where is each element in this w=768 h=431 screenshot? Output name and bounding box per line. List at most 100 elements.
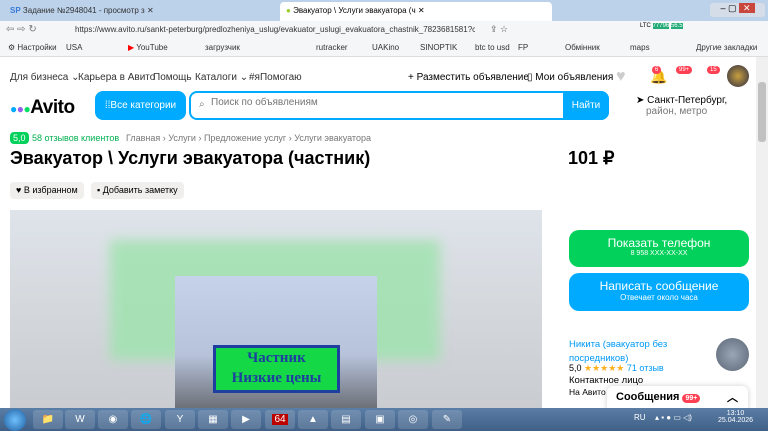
chrome-icon[interactable]: ◉ (98, 410, 128, 429)
search-box: ⌕ Найти (189, 91, 609, 120)
ltc-label: LTC (640, 23, 651, 29)
bookmark[interactable]: maps (630, 43, 650, 52)
my-ads-label: Мои объявления (535, 72, 614, 83)
photo-gallery[interactable]: Частник Низкие цены (10, 210, 542, 408)
scrollbar[interactable] (756, 57, 768, 408)
aida64-icon[interactable]: 64 (265, 410, 295, 429)
ext-ltc[interactable]: LTC 77796 56.5 (640, 23, 683, 29)
post-ad-label: Разместить объявление (416, 72, 529, 83)
bookmark[interactable]: ⚙ Настройки (8, 43, 57, 52)
time: 13:10 (726, 410, 745, 417)
seller-rating: 5,0 ★★★★★ 71 отзыв (569, 363, 664, 374)
avatar[interactable] (727, 65, 749, 87)
nav-career[interactable]: Карьера в Авито (78, 72, 155, 83)
shield-app-icon[interactable]: W (65, 410, 95, 429)
my-ads-link[interactable]: ▯ Мои объявления (527, 72, 613, 83)
bookmark[interactable]: загрузчик (205, 43, 240, 52)
show-phone-label: Показать телефон (607, 236, 711, 250)
messages-badge[interactable]: 99+ (676, 66, 693, 74)
gpu-app-icon[interactable]: ▦ (198, 410, 228, 429)
bookmark-label: Настройки (17, 43, 57, 52)
app-icon[interactable]: ▲ (298, 410, 328, 429)
clock[interactable]: 13:10 25.04.2026 (718, 410, 753, 424)
window-controls[interactable]: – ▢ ✕ (710, 3, 765, 17)
bookmark[interactable]: Обмінник (565, 43, 600, 52)
listing-photo: Частник Низкие цены (175, 276, 377, 408)
photo-sign: Частник Низкие цены (213, 345, 340, 393)
city: Санкт-Петербург, (647, 95, 728, 106)
write-message-button[interactable]: Написать сообщение Отвечает около часа (569, 273, 749, 311)
address-bar: ⇦ ⇨ ↻ https://www.avito.ru/sankt-peterbu… (0, 21, 768, 39)
seller-name-link[interactable]: Никита (эвакуатор без посредников) (569, 338, 709, 366)
sign-line: Частник (247, 350, 306, 366)
nav-help[interactable]: Помощь (153, 72, 192, 83)
messages-label: Сообщения (616, 391, 680, 403)
notepad-icon[interactable]: ✎ (432, 410, 462, 429)
nav-catalogs[interactable]: Каталоги ⌄ (195, 72, 248, 83)
reply-time: Отвечает около часа (620, 293, 698, 302)
nav-business[interactable]: Для бизнеса ⌄ (10, 72, 80, 83)
bookmark[interactable]: UAKino (372, 43, 399, 52)
show-phone-button[interactable]: Показать телефон 8 958 XXX-XX-XX (569, 230, 749, 267)
taskbar: 📁 W ◉ 🌐 Y ▦ ▶ 64 ▲ ▤ ▣ ◎ ✎ RU ▴ ▪ ● ▭ ◁)… (0, 408, 768, 431)
messages-popup[interactable]: Сообщения 99+ ︿ (607, 386, 748, 410)
price-badge: 77796 (652, 23, 670, 29)
reviews-link[interactable]: 58 отзывов клиентов (32, 133, 119, 143)
district: район, метро (646, 106, 708, 117)
monitor-app-icon[interactable]: ▣ (365, 410, 395, 429)
globe-icon[interactable]: 🌐 (131, 410, 161, 429)
explorer-icon[interactable]: 📁 (33, 410, 63, 429)
bookmarks-bar: ⚙ Настройки USA ▶ YouTube загрузчик rutr… (0, 39, 768, 57)
media-player-icon[interactable]: ▶ (231, 410, 261, 429)
bookmark-label: YouTube (136, 43, 168, 52)
favorite-label: В избранном (23, 185, 78, 195)
back-forward-reload-icons[interactable]: ⇦ ⇨ ↻ (6, 24, 37, 35)
favorites-heart-icon[interactable]: ♥ (616, 68, 626, 86)
rating-value: 5,0 (569, 363, 582, 373)
favorite-button[interactable]: ♥ В избранном (10, 182, 84, 199)
bookmark-star-icon[interactable]: ⇪ ☆ (490, 24, 508, 35)
avito-logo[interactable]: ●●●Avito (10, 97, 75, 119)
bookmark[interactable]: FP (518, 43, 528, 52)
tab-label: Задание №2948041 - просмотр з (22, 6, 145, 15)
breadcrumb-item[interactable]: Главная (126, 133, 160, 143)
all-categories-button[interactable]: ⁞⁞ Все категории (95, 91, 186, 120)
breadcrumb-item[interactable]: Услуги эвакуатора (294, 133, 371, 143)
app64-label: 64 (272, 414, 288, 425)
bookmark[interactable]: rutracker (316, 43, 348, 52)
note-label: Добавить заметку (102, 185, 178, 195)
tab-task[interactable]: SP Задание №2948041 - просмотр з ✕ (4, 2, 276, 21)
post-ad-link[interactable]: + Разместить объявление (408, 72, 529, 83)
tab-avito[interactable]: ● Эвакуатор \ Услуги эвакуатора (ч ✕ (280, 2, 552, 21)
location-selector[interactable]: ➤ Санкт-Петербург, район, метро (636, 95, 727, 117)
phone-number: 8 958 XXX-XX-XX (630, 250, 688, 257)
add-note-button[interactable]: ▪ Добавить заметку (91, 182, 184, 199)
seller-avatar[interactable] (716, 338, 749, 371)
clock-app-icon[interactable]: ◎ (398, 410, 428, 429)
other-bookmarks[interactable]: Другие закладки (696, 43, 757, 52)
cart-badge[interactable]: 15 (707, 66, 720, 74)
logo-text: Avito (30, 97, 75, 118)
search-button[interactable]: Найти (563, 91, 609, 120)
breadcrumb-item[interactable]: Предложение услуг (204, 133, 286, 143)
tray-icons[interactable]: ▴ ▪ ● ▭ ◁) (655, 413, 692, 422)
search-input[interactable] (211, 97, 551, 108)
seller-reviews-link[interactable]: 71 отзыв (627, 363, 664, 373)
bookmark[interactable]: SINOPTIK (420, 43, 457, 52)
start-button[interactable] (4, 409, 26, 431)
url-text[interactable]: https://www.avito.ru/sankt-peterburg/pre… (75, 25, 475, 34)
star-icons: ★★★★★ (584, 363, 625, 373)
page-title: Эвакуатор \ Услуги эвакуатора (частник) (10, 148, 371, 168)
categories-label: Все категории (110, 100, 177, 111)
chevron-up-icon[interactable]: ︿ (727, 389, 738, 405)
bookmark[interactable]: USA (66, 43, 82, 52)
bookmark[interactable]: ▶ YouTube (128, 43, 168, 52)
language-indicator[interactable]: RU (634, 413, 646, 422)
nav-help-tag[interactable]: #яПомогаю (249, 72, 302, 83)
breadcrumb-item[interactable]: Услуги (168, 133, 196, 143)
bookmark[interactable]: btc to usd (475, 43, 510, 52)
nav-label: Каталоги (195, 72, 237, 83)
sign-line: Низкие цены (231, 370, 322, 386)
yandex-browser-icon[interactable]: Y (165, 410, 195, 429)
calculator-icon[interactable]: ▤ (331, 410, 361, 429)
